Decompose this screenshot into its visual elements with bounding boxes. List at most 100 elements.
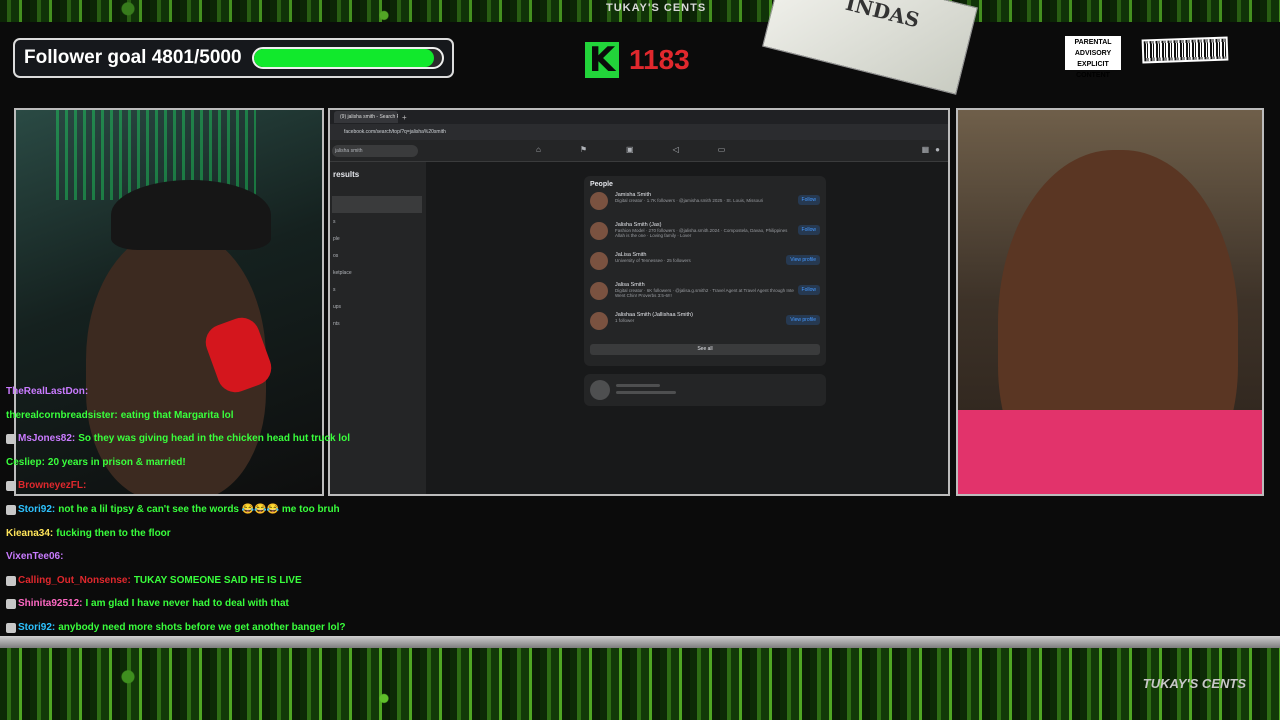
view-profile-button[interactable]: View profile — [786, 255, 820, 265]
results-title: results — [333, 170, 360, 179]
avatar[interactable] — [590, 312, 608, 330]
loading-avatar — [590, 380, 610, 400]
chat-username: VixenTee06: — [6, 551, 64, 563]
bill-text: INDAS — [843, 0, 922, 33]
chat-username: Stori92: — [18, 503, 56, 515]
kick-count: 1183 — [629, 44, 690, 75]
facebook-nav-right: ▦ ● — [922, 145, 940, 154]
user-badge-icon — [6, 575, 16, 586]
browser-tab[interactable]: (9) jalisha smith - Search Re... — [334, 111, 398, 123]
chat-message: Calling_Out_Nonsense: TUKAY SOMEONE SAID … — [6, 569, 426, 593]
avatar[interactable] — [590, 282, 608, 300]
chat-message: Kieana34: fucking then to the floor — [6, 522, 426, 546]
people-title: People — [590, 181, 613, 188]
avatar[interactable] — [590, 222, 608, 240]
address-bar[interactable]: facebook.com/search/top/?q=jalisha%20smi… — [330, 124, 948, 140]
new-tab-button[interactable]: + — [402, 113, 407, 122]
loading-line — [616, 384, 660, 387]
follow-button[interactable]: Follow — [797, 285, 820, 295]
chat-text: I am glad I have never had to deal with … — [85, 598, 289, 610]
menu-grid-icon[interactable]: ▦ — [922, 145, 930, 154]
chat-message: MsJones82: So they was giving head in the… — [6, 427, 426, 451]
facebook-search-input[interactable]: jalisha smith — [332, 145, 418, 157]
avatar[interactable] — [590, 192, 608, 210]
stream-overlay: TUKAY'S CENTS INDAS PARENTAL ADVISORY EX… — [0, 0, 1280, 720]
barcode-decoration — [1141, 36, 1229, 64]
chat-text: 20 years in prison & married! — [47, 456, 186, 468]
filter-item[interactable]: nts — [330, 315, 426, 332]
user-badge-icon — [6, 481, 16, 492]
people-result-row[interactable]: Jalishaa Smith (Jallishaa Smith) 1 follo… — [590, 312, 820, 342]
person-details: 1 follower — [615, 318, 635, 323]
black-cap — [111, 180, 271, 250]
avatar[interactable] — [590, 252, 608, 270]
chat-message: VixenTee06: — [6, 545, 426, 569]
brand-logo-bottom: TUKAY'S CENTS — [1142, 676, 1246, 691]
people-result-row[interactable]: Jalisha Smith (Jas) Fashion Model · 270 … — [590, 222, 820, 252]
brand-logo-top: TUKAY'S CENTS — [606, 2, 707, 14]
people-result-row[interactable]: Jalisa Smith Digital creator · 6K follow… — [590, 282, 820, 312]
filter-item[interactable]: ketplace — [330, 264, 426, 281]
see-all-button[interactable]: See all — [590, 344, 820, 355]
chat-message: therealcornbreadsister: eating that Marga… — [6, 404, 426, 428]
view-profile-button[interactable]: View profile — [786, 315, 820, 325]
dollar-bill-decoration: INDAS — [762, 0, 978, 95]
pink-shirt — [958, 410, 1262, 494]
chat-text: eating that Margarita lol — [120, 409, 234, 421]
people-result-row[interactable]: Jamisha Smith Digital creator · 1.7K fol… — [590, 192, 820, 222]
loading-line — [616, 391, 676, 394]
filter-item[interactable]: os — [330, 247, 426, 264]
user-badge-icon — [6, 622, 16, 633]
follower-goal-widget: Follower goal 4801/5000 — [13, 38, 454, 78]
follower-goal-bar — [251, 47, 444, 69]
url-text: facebook.com/search/top/?q=jalisha%20smi… — [344, 129, 446, 135]
gaming-icon[interactable]: ▭ — [718, 145, 726, 154]
person-bio: Went Chin! Proverbs 3:5-6!!! — [615, 293, 672, 298]
follow-button[interactable]: Follow — [797, 225, 820, 235]
filter-item[interactable]: ups — [330, 298, 426, 315]
follower-goal-label: Follower goal 4801/5000 — [24, 47, 242, 68]
chat-username: BrowneyezFL: — [18, 480, 87, 492]
parental-advisory-logo: PARENTAL ADVISORY EXPLICIT CONTENT — [1065, 36, 1121, 79]
chat-text: TUKAY SOMEONE SAID HE IS LIVE — [133, 574, 302, 586]
megaphone-icon[interactable]: ◁ — [673, 145, 679, 154]
facebook-nav-icons: ⌂ ⚑ ▣ ◁ ▭ — [536, 145, 725, 154]
chat-username: MsJones82: — [18, 433, 76, 445]
chat-username: Calling_Out_Nonsense: — [18, 574, 131, 586]
people-result-row[interactable]: JaLisa Smith University of Tennessee · 2… — [590, 252, 820, 282]
filter-item[interactable]: s — [330, 281, 426, 298]
user-badge-icon — [6, 433, 16, 444]
follower-goal-fill — [253, 49, 435, 67]
filter-item[interactable]: ple — [330, 230, 426, 247]
person-details: Digital creator · 1.7K followers · @jami… — [615, 198, 764, 203]
chat-username: Cesliep: — [6, 456, 45, 468]
chat-message: Shinita92512: I am glad I have never had … — [6, 592, 426, 616]
people-results-card: People Jamisha Smith Digital creator · 1… — [584, 176, 826, 366]
filter-item[interactable]: s — [330, 213, 426, 230]
user-badge-icon — [6, 504, 16, 515]
divider-bar — [0, 636, 1280, 648]
chat-text: fucking then to the floor — [56, 527, 171, 539]
person-bio: Allah is the one · Loving family · Lover — [615, 233, 692, 238]
chat-message: BrowneyezFL: — [6, 474, 426, 498]
loading-placeholder-card — [584, 374, 826, 406]
person-details: University of Tennessee · 25 followers — [615, 258, 691, 263]
chat-username: therealcornbreadsister: — [6, 409, 118, 421]
messenger-icon[interactable]: ● — [935, 145, 940, 154]
chat-username: Kieana34: — [6, 527, 54, 539]
flag-icon[interactable]: ⚑ — [580, 145, 587, 154]
home-icon[interactable]: ⌂ — [536, 145, 541, 154]
chat-text: So they was giving head in the chicken h… — [78, 433, 350, 445]
grunge-banner-bottom — [0, 648, 1280, 720]
kick-logo-icon: K — [585, 42, 619, 78]
filter-item[interactable] — [330, 179, 426, 196]
guest-webcam — [956, 108, 1264, 496]
filter-item-active[interactable] — [332, 196, 422, 213]
chat-message: Stori92: not he a lil tipsy & can't see t… — [6, 498, 426, 522]
follow-button[interactable]: Follow — [797, 195, 820, 205]
user-badge-icon — [6, 599, 16, 610]
chat-text: not he a lil tipsy & can't see the words… — [58, 503, 340, 515]
marketplace-icon[interactable]: ▣ — [626, 145, 634, 154]
facebook-nav: jalisha smith ⌂ ⚑ ▣ ◁ ▭ ▦ ● — [330, 140, 948, 162]
chat-username: TheRealLastDon: — [6, 386, 89, 397]
